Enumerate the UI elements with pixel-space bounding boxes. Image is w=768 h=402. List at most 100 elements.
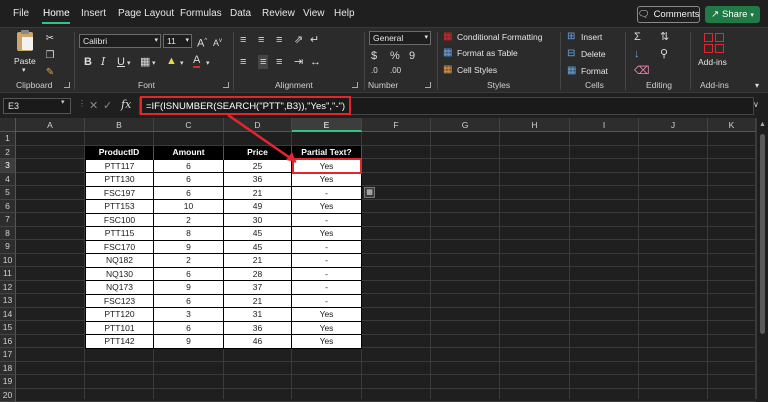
row-header-14[interactable]: 14 (0, 308, 16, 322)
table-cell[interactable]: 8 (154, 227, 224, 241)
chevron-down-icon[interactable]: ▾ (206, 58, 210, 70)
find-select-icon[interactable]: ⚲ (660, 48, 668, 60)
delete-cells-button[interactable]: ⊟ Delete (567, 48, 617, 61)
table-cell[interactable]: 37 (224, 281, 292, 295)
share-button[interactable]: ↗ Share ▾ (705, 6, 760, 23)
bold-button[interactable]: B (84, 56, 92, 68)
vertical-scrollbar[interactable]: ▲ (756, 118, 768, 399)
shrink-font-icon[interactable]: Av (213, 35, 222, 49)
table-cell[interactable]: Yes (292, 200, 362, 214)
column-header-j[interactable]: J (639, 118, 708, 132)
italic-button[interactable]: I (101, 56, 105, 68)
table-cell[interactable]: NQ130 (85, 268, 154, 282)
table-header-cell[interactable]: ProductID (85, 146, 154, 160)
chevron-down-icon[interactable]: ▾ (127, 58, 131, 70)
table-cell[interactable]: 6 (154, 187, 224, 201)
table-cell[interactable]: FSC170 (85, 241, 154, 255)
table-cell[interactable]: 6 (154, 268, 224, 282)
align-left-icon[interactable]: ≡ (240, 56, 246, 68)
table-cell[interactable]: Yes (292, 173, 362, 187)
table-cell[interactable]: - (292, 254, 362, 268)
increase-decimal-icon[interactable]: .0 (371, 65, 378, 77)
table-cell[interactable]: 9 (154, 281, 224, 295)
number-format-select[interactable]: General▾ (369, 31, 431, 45)
table-cell[interactable]: 6 (154, 322, 224, 336)
expand-formula-icon[interactable]: ∨ (753, 100, 759, 109)
table-cell[interactable]: 6 (154, 295, 224, 309)
decrease-decimal-icon[interactable]: .00 (390, 65, 401, 77)
font-launcher-icon[interactable] (223, 82, 229, 88)
row-header-16[interactable]: 16 (0, 335, 16, 349)
tab-data[interactable]: Data (230, 8, 251, 19)
tab-file[interactable]: File (13, 8, 29, 19)
table-cell[interactable]: 6 (154, 160, 224, 174)
align-top-icon[interactable]: ≡ (240, 34, 246, 46)
scroll-up-icon[interactable]: ▲ (759, 121, 766, 128)
tab-review[interactable]: Review (262, 8, 295, 19)
table-cell[interactable]: 3 (154, 308, 224, 322)
orientation-icon[interactable]: ⇗ (294, 34, 303, 46)
fill-color-icon[interactable]: ▲ (166, 55, 177, 67)
table-cell[interactable]: 31 (224, 308, 292, 322)
table-cell[interactable]: 9 (154, 335, 224, 349)
row-header-19[interactable]: 19 (0, 375, 16, 389)
column-header-b[interactable]: B (85, 118, 154, 132)
row-header-6[interactable]: 6 (0, 200, 16, 214)
table-cell[interactable]: - (292, 214, 362, 228)
table-cell[interactable]: 46 (224, 335, 292, 349)
clear-icon[interactable]: ⌫ (634, 65, 650, 77)
column-header-g[interactable]: G (431, 118, 500, 132)
insert-cells-button[interactable]: ⊞ Insert (567, 31, 617, 44)
table-cell[interactable]: 25 (224, 160, 292, 174)
currency-icon[interactable]: $ (371, 50, 377, 62)
column-header-h[interactable]: H (500, 118, 570, 132)
table-cell[interactable]: 6 (154, 173, 224, 187)
row-header-8[interactable]: 8 (0, 227, 16, 241)
chevron-down-icon[interactable]: ▾ (755, 80, 759, 92)
row-header-10[interactable]: 10 (0, 254, 16, 268)
table-cell[interactable]: Yes (292, 322, 362, 336)
table-cell[interactable]: PTT120 (85, 308, 154, 322)
table-cell[interactable]: 10 (154, 200, 224, 214)
table-cell[interactable]: 45 (224, 241, 292, 255)
check-icon[interactable]: ✓ (103, 99, 112, 112)
row-header-9[interactable]: 9 (0, 240, 16, 254)
percent-icon[interactable]: % (390, 50, 400, 62)
row-header-5[interactable]: 5 (0, 186, 16, 200)
table-cell[interactable]: - (292, 241, 362, 255)
number-launcher-icon[interactable] (425, 82, 431, 88)
font-color-icon[interactable]: A (193, 55, 200, 68)
tab-home[interactable]: Home (43, 8, 70, 19)
table-cell[interactable]: PTT153 (85, 200, 154, 214)
row-header-12[interactable]: 12 (0, 281, 16, 295)
table-cell[interactable]: - (292, 187, 362, 201)
scroll-thumb[interactable] (760, 134, 765, 334)
sort-filter-icon[interactable]: ⇅ (660, 31, 669, 43)
table-cell[interactable]: 21 (224, 187, 292, 201)
table-cell[interactable]: Yes (292, 227, 362, 241)
tab-page-layout[interactable]: Page Layout (118, 8, 174, 19)
table-cell[interactable]: PTT142 (85, 335, 154, 349)
table-cell[interactable]: - (292, 295, 362, 309)
table-cell[interactable]: PTT101 (85, 322, 154, 336)
insert-function-icon[interactable]: fx (121, 98, 131, 111)
column-header-d[interactable]: D (224, 118, 292, 132)
align-bottom-icon[interactable]: ≡ (276, 34, 282, 46)
table-cell[interactable]: 49 (224, 200, 292, 214)
align-right-icon[interactable]: ≡ (276, 56, 282, 68)
comma-style-icon[interactable]: 9 (409, 50, 415, 62)
fill-icon[interactable]: ↓ (634, 48, 640, 60)
chevron-down-icon[interactable]: ▾ (61, 98, 65, 106)
tab-insert[interactable]: Insert (81, 8, 106, 19)
align-center-icon[interactable]: ≡ (258, 55, 268, 69)
column-header-c[interactable]: C (154, 118, 224, 132)
row-header-15[interactable]: 15 (0, 321, 16, 335)
table-cell[interactable]: FSC197 (85, 187, 154, 201)
cancel-icon[interactable]: ✕ (89, 99, 98, 112)
table-cell[interactable]: NQ173 (85, 281, 154, 295)
table-cell[interactable]: 28 (224, 268, 292, 282)
table-cell[interactable]: PTT115 (85, 227, 154, 241)
row-header-13[interactable]: 13 (0, 294, 16, 308)
indent-icon[interactable]: ⇥ (294, 56, 303, 68)
table-cell[interactable]: 36 (224, 322, 292, 336)
